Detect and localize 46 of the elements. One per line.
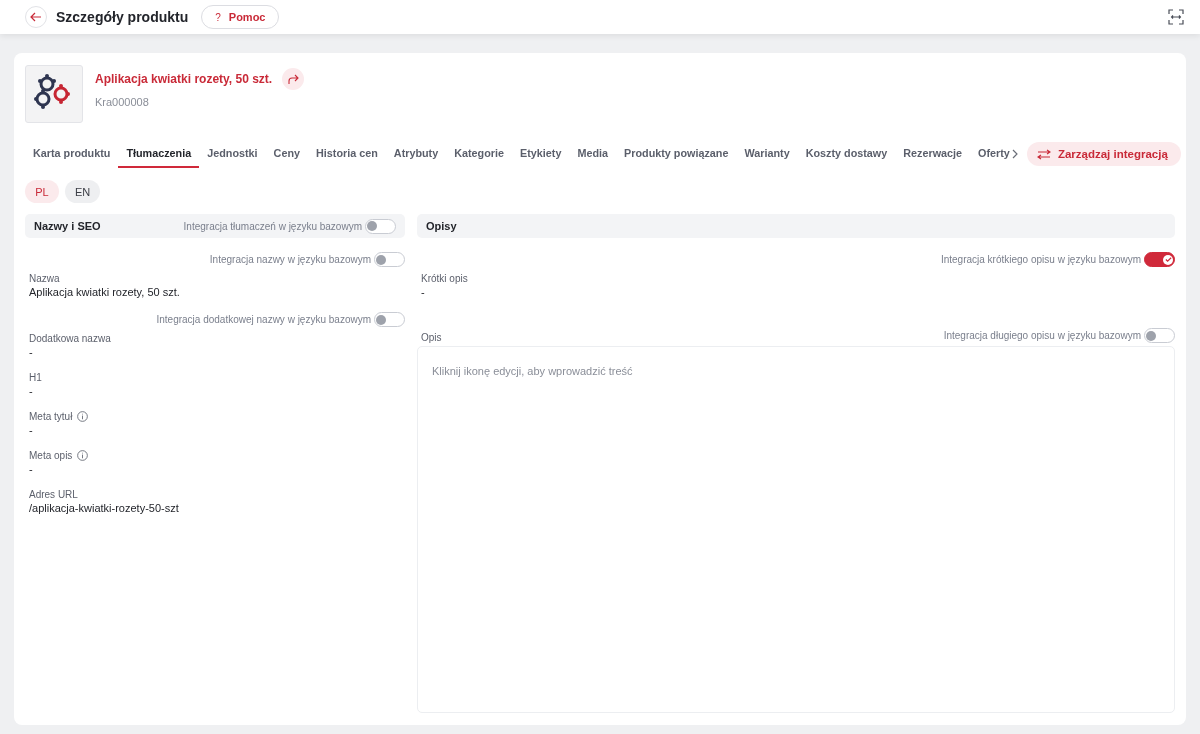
tab[interactable]: Etykiety [512,140,570,168]
tab[interactable]: Tłumaczenia [118,140,200,168]
editor-placeholder: Kliknij ikonę edycji, aby wprowadzić treść [432,365,633,377]
language-chip[interactable]: PL [25,180,59,203]
product-name: Aplikacja kwiatki rozety, 50 szt. [95,72,273,86]
tab[interactable]: Warianty [736,140,798,168]
field-label: H1 [29,372,42,383]
field-value: - [421,286,425,298]
tab[interactable]: Oferty [970,140,1018,168]
field-value: - [29,424,33,436]
toggle-label: Integracja nazwy w języku bazowym [209,254,371,265]
product-code: Kra000008 [95,96,149,108]
field-label: Nazwa [29,273,60,284]
section-title: Nazwy i SEO [34,220,101,232]
field-label: Meta tytuł [29,411,73,422]
tab[interactable]: Karta produktu [25,140,119,168]
tab[interactable]: Media [569,140,617,168]
help-button[interactable]: ? Pomoc [201,5,280,29]
field-value: - [29,346,33,358]
tab[interactable]: Rezerwacje [895,140,971,168]
language-chip[interactable]: EN [65,180,101,203]
toggle-label: Integracja krótkiego opisu w języku bazowym [940,254,1141,265]
toggle-label: Integracja długiego opisu w języku bazowym [943,330,1141,341]
field-label: Adres URL [29,489,78,500]
field-value: - [29,463,33,475]
toggle-label: Integracja dodatkowej nazwy w języku bazowym [156,314,371,325]
toggle-label: Integracja tłumaczeń w języku bazowym [183,220,362,232]
tab[interactable]: Historia cen [308,140,386,168]
tab[interactable]: Ceny [265,140,308,168]
question-mark-icon: ? [215,11,221,23]
tab[interactable]: Koszty dostawy [797,140,896,168]
tab[interactable]: Kategorie [446,140,513,168]
tab[interactable]: Atrybuty [385,140,447,168]
tab[interactable]: Produkty powiązane [616,140,737,168]
section-title: Opisy [426,220,457,232]
field-label: Dodatkowa nazwa [29,333,111,344]
field-value: /aplikacja-kwiatki-rozety-50-szt [29,502,179,514]
tab[interactable]: Jednostki [199,140,266,168]
field-value: - [29,385,33,397]
field-label: Meta opis [29,450,73,461]
page-title: Szczegóły produktu [56,9,189,25]
field-value: Aplikacja kwiatki rozety, 50 szt. [29,286,180,298]
description-editor[interactable]: Kliknij ikonę edycji, aby wprowadzić treść [417,346,1175,713]
field-label: Opis [421,332,442,343]
field-label: Krótki opis [421,273,468,284]
manage-integration-button[interactable]: Zarządzaj integracją [1026,142,1181,166]
